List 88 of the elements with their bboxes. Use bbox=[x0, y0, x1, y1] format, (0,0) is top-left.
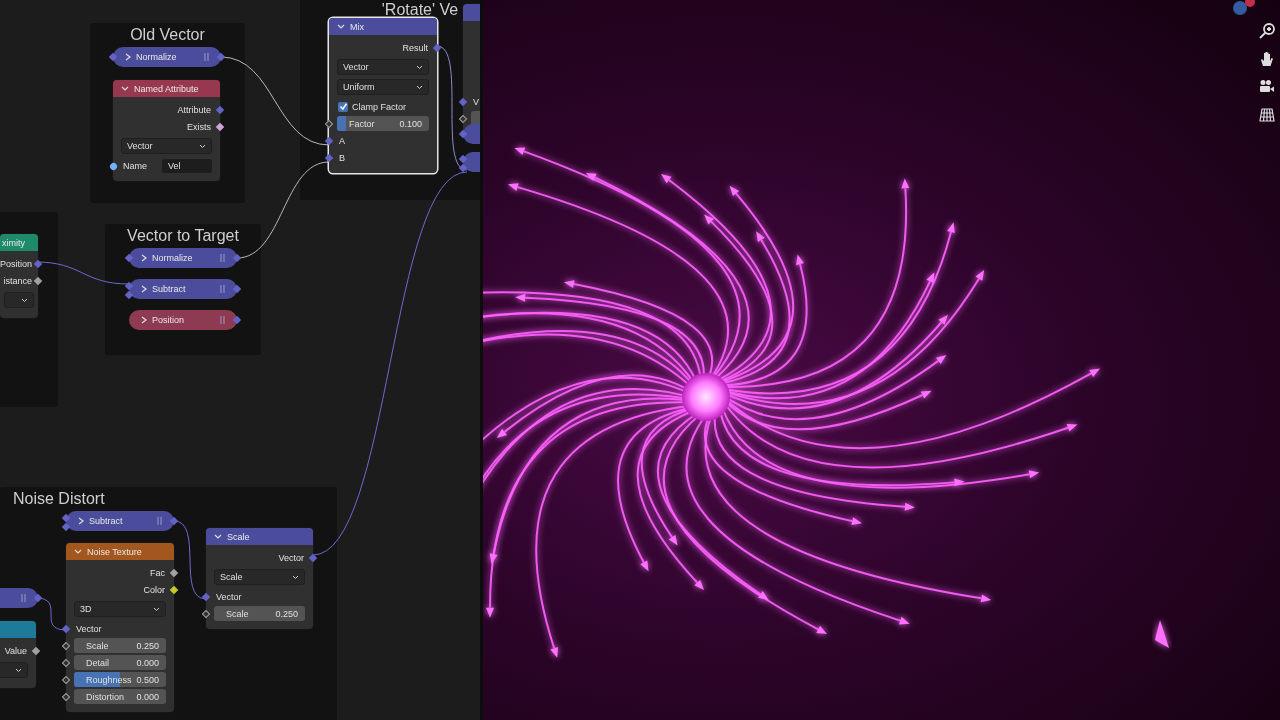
chevron-right-icon[interactable] bbox=[141, 316, 147, 324]
socket-label: Result bbox=[402, 42, 428, 53]
chevron-down-icon[interactable] bbox=[74, 548, 82, 555]
dropdown[interactable]: Vector bbox=[121, 138, 212, 154]
number-field[interactable]: Detail 0.000 bbox=[74, 655, 166, 670]
chevron-down-icon bbox=[15, 667, 22, 673]
socket-label: B bbox=[339, 152, 345, 163]
node-title: ximity bbox=[2, 237, 25, 248]
node-header[interactable]: ximity bbox=[0, 234, 38, 251]
node-title: Named Attribute bbox=[134, 83, 199, 94]
checkbox[interactable] bbox=[338, 101, 348, 112]
dropdown[interactable]: 3D bbox=[74, 601, 166, 617]
socket-icon[interactable] bbox=[169, 585, 179, 594]
socket-label: istance bbox=[3, 275, 32, 286]
socket-label: Vector bbox=[278, 552, 304, 563]
grip-icon bbox=[21, 594, 26, 602]
socket-icon[interactable] bbox=[324, 153, 334, 162]
socket-label: V bbox=[473, 96, 479, 107]
collapsed-node[interactable]: Subtract bbox=[129, 279, 237, 299]
node-title: Noise Texture bbox=[87, 546, 142, 557]
chevron-down-icon bbox=[416, 84, 423, 90]
node-title: Mix bbox=[350, 21, 364, 32]
checkbox-label[interactable]: Clamp Factor bbox=[352, 101, 406, 112]
socket-label: A bbox=[339, 135, 345, 146]
chevron-down-icon bbox=[416, 64, 423, 70]
grip-icon bbox=[220, 285, 225, 293]
hand-icon[interactable] bbox=[1258, 50, 1276, 68]
socket-label: Exists bbox=[187, 121, 211, 132]
chevron-right-icon[interactable] bbox=[141, 254, 147, 262]
node-header[interactable]: Noise Texture bbox=[66, 543, 174, 560]
node-header[interactable]: Named Attribute bbox=[113, 80, 220, 97]
node-header[interactable]: Mix bbox=[329, 18, 437, 35]
frame-label: Vector to Target bbox=[127, 227, 239, 245]
socket-label: Position bbox=[0, 258, 32, 269]
frame-label: Old Vector bbox=[130, 26, 205, 44]
node-title: Normalize bbox=[136, 52, 177, 62]
chevron-down-icon bbox=[292, 574, 299, 580]
socket-icon[interactable] bbox=[33, 276, 43, 285]
grip-icon bbox=[220, 254, 225, 262]
chevron-right-icon[interactable] bbox=[125, 53, 131, 61]
dropdown[interactable]: Vector bbox=[337, 59, 429, 75]
value-slider[interactable]: Factor 0.100 bbox=[337, 116, 429, 131]
grip-icon bbox=[204, 53, 209, 61]
chevron-down-icon bbox=[21, 297, 28, 303]
node-header[interactable]: Scale bbox=[206, 528, 313, 545]
socket-label: Color bbox=[143, 584, 165, 595]
number-field[interactable]: Distortion 0.000 bbox=[74, 689, 166, 704]
dropdown[interactable]: Uniform bbox=[337, 79, 429, 95]
node-title: Position bbox=[152, 315, 185, 325]
node-title: Subtract bbox=[89, 516, 123, 526]
node-title: Normalize bbox=[152, 253, 193, 263]
field-label: Name bbox=[123, 160, 147, 171]
number-field[interactable]: Scale 0.250 bbox=[214, 606, 305, 621]
check-icon bbox=[338, 102, 348, 111]
socket-label: Fac bbox=[150, 567, 165, 578]
chevron-right-icon[interactable] bbox=[78, 517, 84, 525]
frame-label: Noise Distort bbox=[13, 490, 105, 508]
node-title: Scale bbox=[227, 531, 250, 542]
chevron-right-icon[interactable] bbox=[141, 285, 147, 293]
socket-icon[interactable] bbox=[432, 43, 442, 52]
socket-icon[interactable] bbox=[324, 136, 334, 145]
socket-label: Value bbox=[4, 645, 27, 656]
arrowhead-shape bbox=[1155, 620, 1169, 648]
zoom-icon[interactable] bbox=[1258, 22, 1276, 40]
socket-icon[interactable] bbox=[169, 568, 179, 577]
dropdown[interactable]: Scale bbox=[214, 569, 305, 585]
socket-icon[interactable] bbox=[215, 122, 225, 131]
collapsed-node[interactable]: Subtract bbox=[66, 511, 174, 531]
socket-label: Attribute bbox=[177, 104, 211, 115]
socket-icon[interactable] bbox=[108, 161, 119, 171]
chevron-down-icon[interactable] bbox=[337, 23, 345, 30]
socket-icon[interactable] bbox=[31, 646, 41, 655]
collapsed-node[interactable]: Normalize bbox=[113, 47, 221, 67]
socket-label: Vector bbox=[216, 591, 242, 602]
number-field[interactable]: Scale 0.250 bbox=[74, 638, 166, 653]
view-gizmo-icon[interactable] bbox=[1230, 0, 1258, 16]
chevron-down-icon bbox=[153, 606, 160, 612]
chevron-down-icon bbox=[199, 143, 206, 149]
chevron-down-icon[interactable] bbox=[121, 85, 129, 92]
socket-label: Vector bbox=[76, 623, 102, 634]
collapsed-node[interactable]: Normalize bbox=[129, 248, 237, 268]
node-title: Subtract bbox=[152, 284, 186, 294]
grip-icon bbox=[157, 517, 162, 525]
chevron-down-icon[interactable] bbox=[214, 533, 222, 540]
collapsed-node[interactable]: Position bbox=[129, 310, 237, 330]
frame-label: 'Rotate' Ve bbox=[381, 1, 459, 19]
grid-icon[interactable] bbox=[1258, 106, 1276, 124]
grip-icon bbox=[220, 316, 225, 324]
